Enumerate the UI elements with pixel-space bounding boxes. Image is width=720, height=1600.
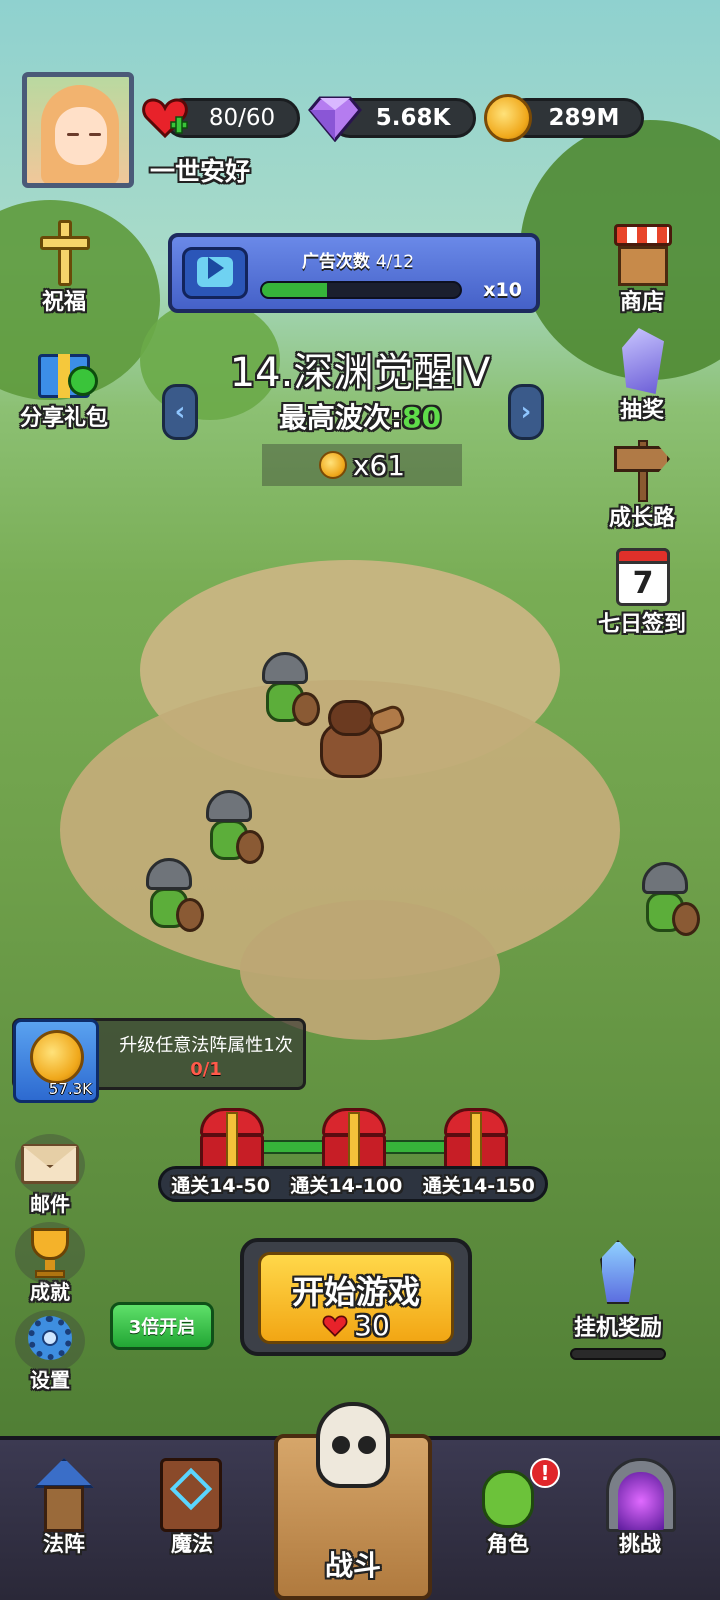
nav-battle[interactable]: 战斗 [264, 1384, 442, 1600]
avatar-eye [89, 133, 101, 136]
chest-150[interactable] [442, 1108, 510, 1172]
goblin-enemy [636, 862, 700, 946]
energy-value: 80/60 [208, 105, 276, 131]
idle-crystal-icon [600, 1240, 636, 1304]
ad-progress-track [260, 281, 462, 299]
ad-progress-fill [262, 283, 328, 297]
start-cost: 30 [261, 1309, 451, 1342]
calendar-icon: 7 [606, 540, 678, 612]
stage-title: 14.深渊觉醒Ⅳ [229, 350, 491, 396]
coin-icon [318, 451, 347, 479]
character-alert-badge: ! [530, 1458, 560, 1488]
goblin-enemy [200, 790, 264, 874]
blessing-button[interactable]: 祝福 [14, 218, 114, 316]
ad-title: 广告次数 4/12 [258, 247, 458, 272]
gold-coin-icon [484, 94, 532, 142]
stage-coin-reward-value: x61 [352, 448, 406, 482]
trophy-icon [15, 1222, 85, 1284]
ad-title-label: 广告次数 [301, 252, 370, 272]
nav-formation[interactable]: 法阵 [12, 1452, 116, 1558]
play-icon [208, 257, 224, 279]
heart-icon [322, 1314, 348, 1337]
spellbook-icon [152, 1452, 232, 1538]
triple-speed-button[interactable]: 3倍开启 [110, 1302, 214, 1350]
next-stage-button[interactable]: › [508, 384, 544, 440]
ad-multiplier: x10 [483, 279, 522, 301]
ad-bar[interactable]: 广告次数 4/12 x10 [168, 233, 540, 313]
chest-label-150: 通关14-150 [422, 1174, 535, 1197]
growth-path-button[interactable]: 成长路 [592, 434, 692, 532]
gear-icon [15, 1310, 85, 1372]
shop-stall-icon [606, 218, 678, 290]
signpost-icon [606, 434, 678, 506]
chevron-right-icon: › [520, 397, 532, 427]
player-name: 一世安好 [150, 157, 251, 186]
task-description: 升级任意法阵属性1次 [119, 1035, 293, 1056]
gold-value: 289M [548, 105, 620, 131]
goblin-enemy [140, 858, 204, 942]
start-game-face: 开始游戏 30 [258, 1252, 454, 1344]
portal-icon [600, 1452, 680, 1538]
calendar-day: 7 [632, 566, 654, 601]
chest-label-100: 通关14-100 [290, 1174, 403, 1197]
envelope-icon [15, 1134, 85, 1196]
cross-icon [28, 218, 100, 290]
ad-count: 4/12 [375, 252, 415, 272]
heart-plus-icon [142, 98, 188, 139]
best-wave: 最高波次:80 [0, 396, 720, 436]
task-progress: 0/1 [190, 1059, 222, 1080]
nav-challenge[interactable]: 挑战 [588, 1452, 692, 1558]
chest-100[interactable] [320, 1108, 388, 1172]
skull-icon [316, 1402, 390, 1488]
idle-reward-label: 挂机奖励 [573, 1316, 662, 1341]
nav-battle-label: 战斗 [324, 1549, 381, 1582]
idle-reward-button[interactable]: 挂机奖励 [566, 1240, 670, 1360]
nav-magic[interactable]: 魔法 [140, 1452, 244, 1558]
idle-reward-bar [570, 1348, 666, 1360]
task-card[interactable]: 57.3K 升级任意法阵属性1次 0/1 [12, 1018, 306, 1103]
start-game-button[interactable]: 开始游戏 30 [240, 1238, 472, 1356]
minotaur-hero [306, 694, 408, 790]
shop-button[interactable]: 商店 [592, 218, 692, 316]
settings-button[interactable]: 设置 [12, 1310, 88, 1393]
avatar-face [55, 107, 107, 165]
stage-coin-reward: x61 [262, 444, 462, 486]
prev-stage-button[interactable]: ‹ [162, 384, 198, 440]
gold-coin-icon [30, 1030, 84, 1084]
start-game-label: 开始游戏 [291, 1273, 420, 1311]
avatar-eye [67, 133, 79, 136]
best-wave-value: 80 [402, 401, 442, 434]
achievement-button[interactable]: 成就 [12, 1222, 88, 1305]
best-wave-label: 最高波次: [278, 401, 403, 434]
seven-day-signin-button[interactable]: 7 七日签到 [592, 540, 692, 638]
gem-value: 5.68K [375, 105, 451, 131]
chest-50[interactable] [198, 1108, 266, 1172]
diamond-icon [308, 96, 362, 142]
start-cost-value: 30 [354, 1309, 390, 1342]
tower-icon [24, 1452, 104, 1538]
mail-button[interactable]: 邮件 [12, 1134, 88, 1217]
chevron-left-icon: ‹ [174, 397, 186, 427]
chest-label-50: 通关14-50 [171, 1174, 270, 1197]
task-reward-tile: 57.3K [13, 1019, 99, 1103]
chest-labels: 通关14-50 通关14-100 通关14-150 [158, 1166, 548, 1202]
task-reward-amount: 57.3K [48, 1080, 92, 1098]
player-avatar[interactable] [22, 72, 134, 188]
